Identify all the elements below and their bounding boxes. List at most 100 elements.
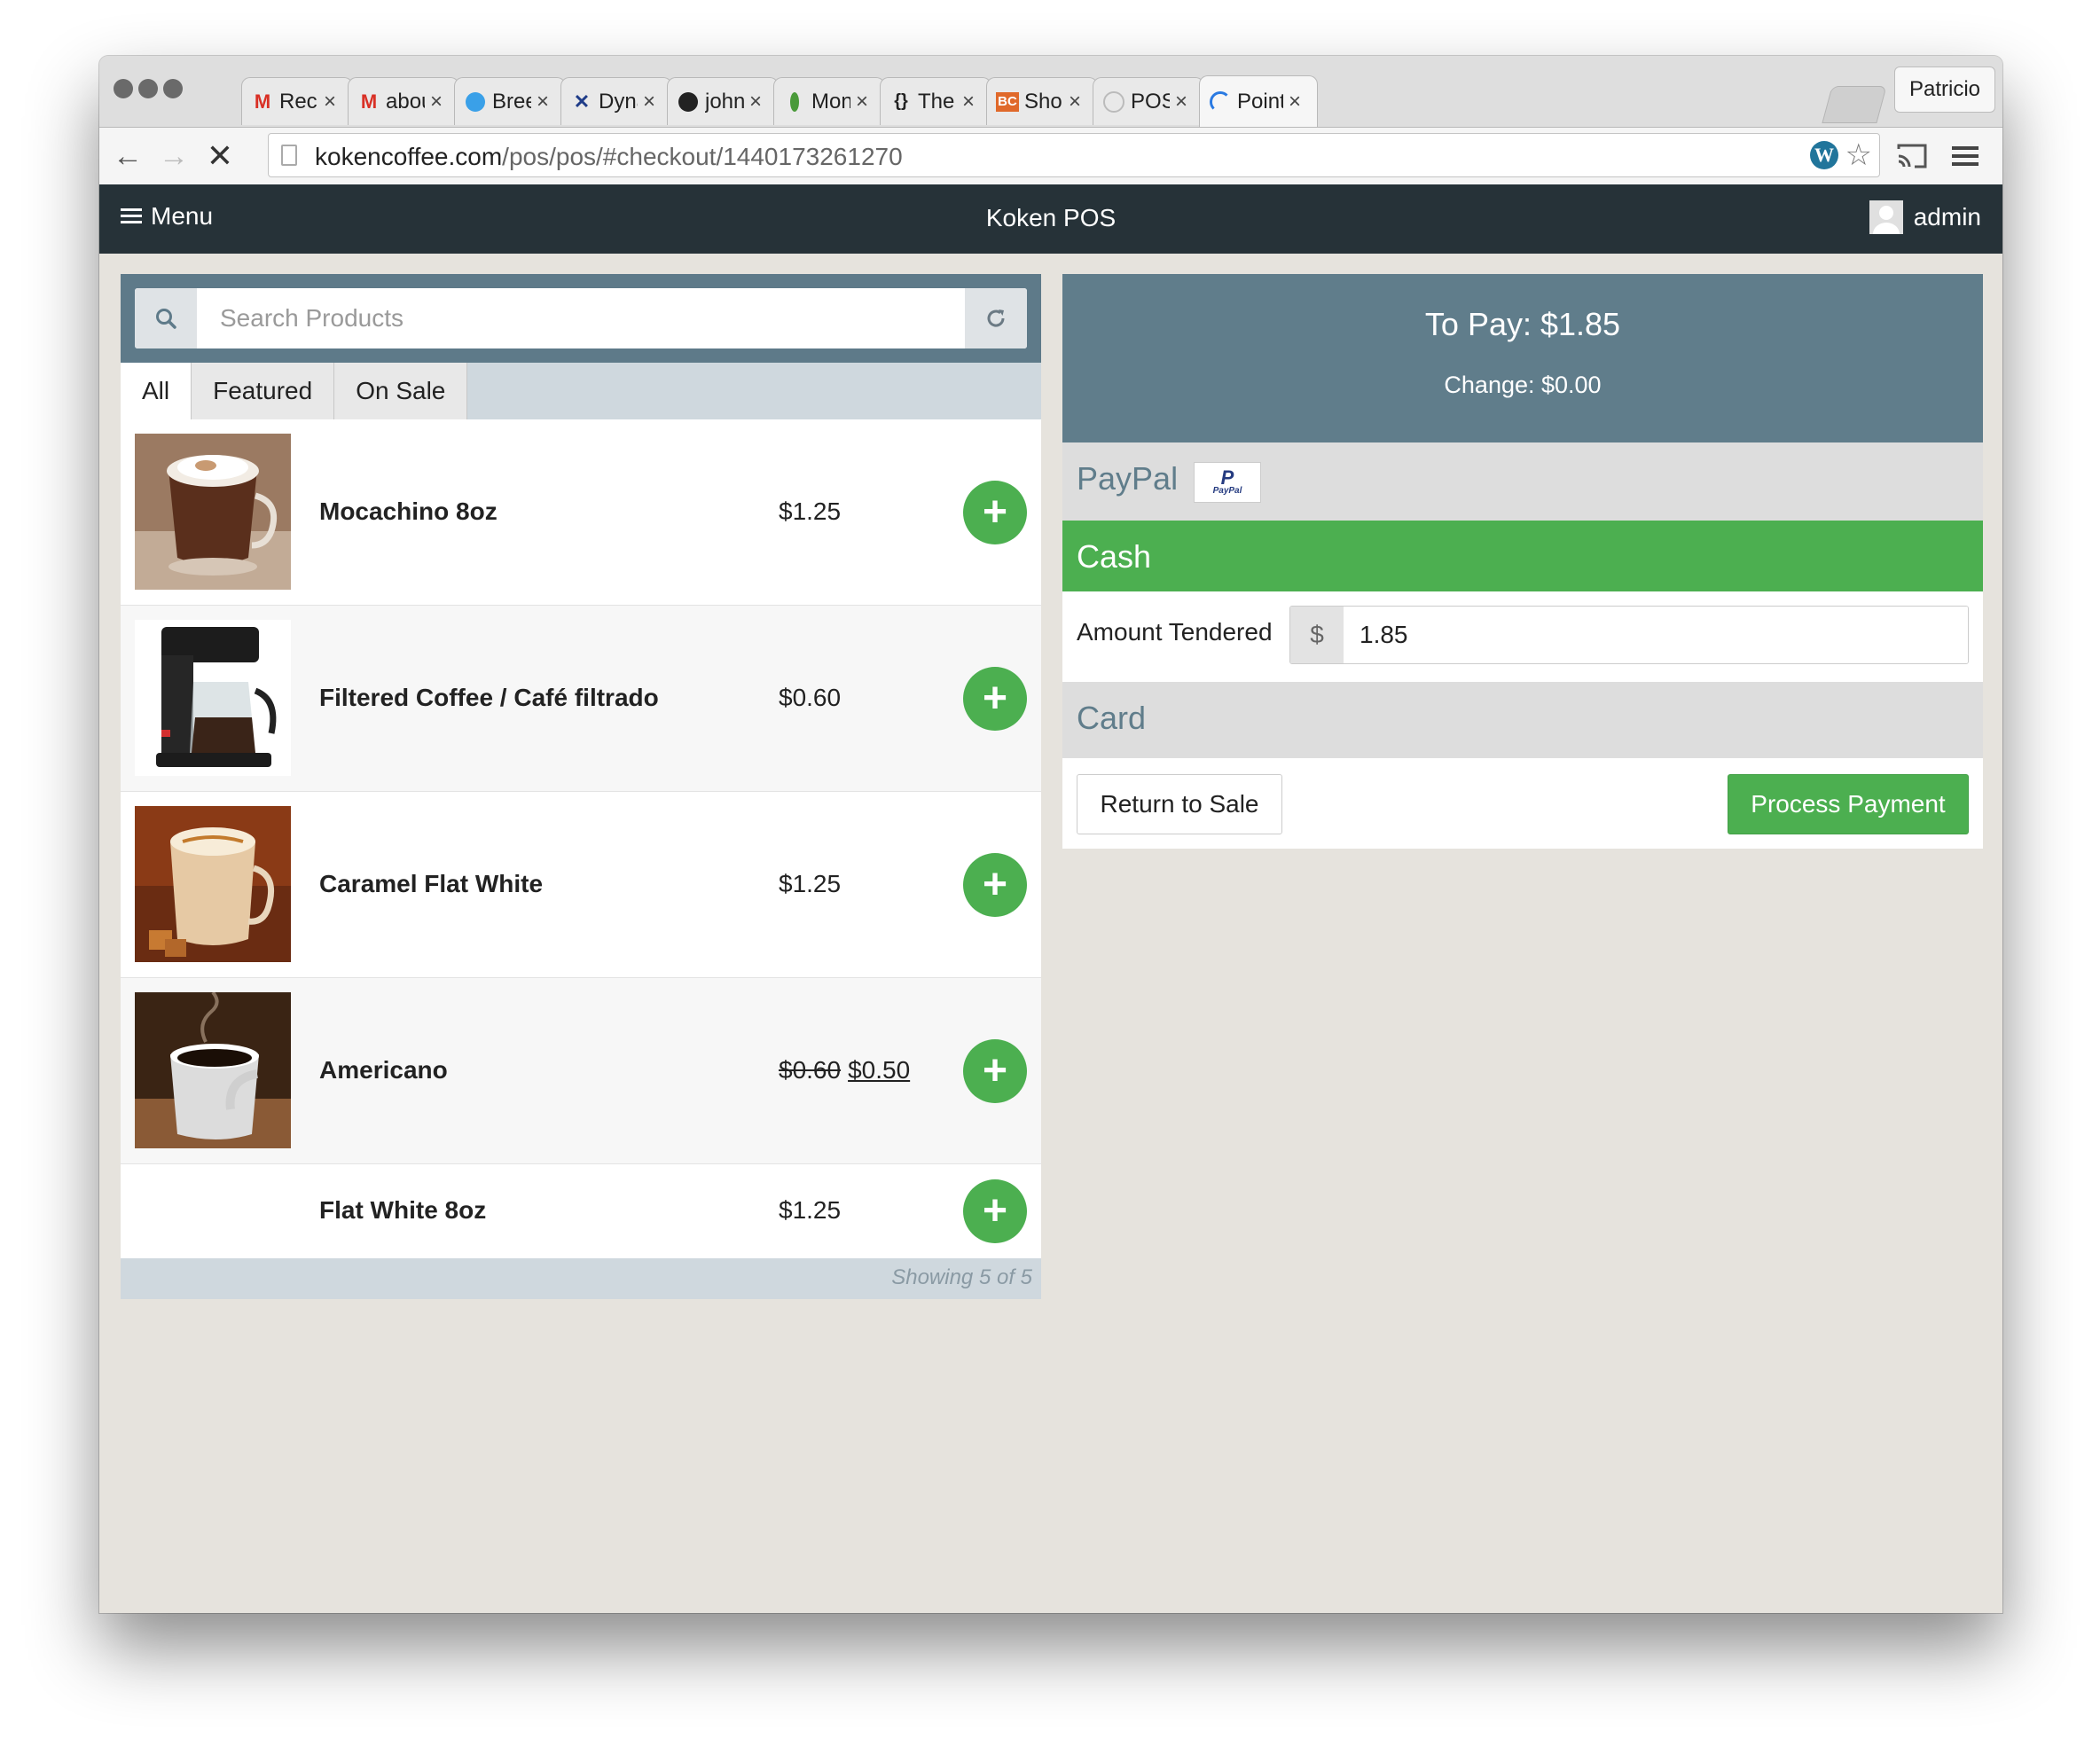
browser-tab[interactable]: {} The Birt × [880,77,991,125]
back-arrow-icon[interactable]: ← [110,138,145,174]
add-to-cart-button[interactable]: + [963,853,1027,917]
stop-loading-icon[interactable]: ✕ [202,137,238,174]
browser-tab-title: Mongol [811,89,850,114]
gateway-card[interactable]: Card [1062,682,1983,758]
sale-price[interactable]: $0.50 [848,1056,910,1084]
product-name: Flat White 8oz [319,1196,487,1224]
bigcommerce-icon: BC [996,90,1019,114]
minimize-window-icon[interactable] [138,79,158,98]
add-to-cart-button[interactable]: + [963,1039,1027,1103]
close-tab-icon[interactable]: × [324,90,341,114]
product-tabs: All Featured On Sale [121,363,1041,419]
product-image-americano [135,992,291,1148]
user-menu[interactable]: admin [1869,200,1981,234]
close-window-icon[interactable] [114,79,133,98]
address-bar[interactable]: kokencoffee.com/pos/pos/#checkout/144017… [268,133,1880,177]
search-bar [121,274,1041,363]
bookmark-star-icon[interactable]: ☆ [1845,137,1872,173]
refresh-button[interactable] [965,288,1027,348]
wordpress-extension-icon[interactable]: W [1810,141,1838,169]
url-path: /pos/pos/#checkout/1440173261270 [502,143,903,170]
product-row[interactable]: Flat White 8oz $1.25 + [121,1164,1041,1258]
old-price: $0.60 [779,1056,842,1084]
browser-tab-title: Point of [1237,89,1283,114]
plus-icon: + [982,675,1008,722]
url-text: kokencoffee.com/pos/pos/#checkout/144017… [315,143,903,171]
loading-spinner-icon [1209,90,1232,114]
browser-tab-title: POS ‹ K [1131,89,1170,114]
close-tab-icon[interactable]: × [1175,90,1193,114]
browser-tab-title: Dynami [599,89,638,114]
close-tab-icon[interactable]: × [856,90,874,114]
forward-arrow-icon[interactable]: → [156,138,192,174]
browser-tab[interactable]: BC Shoppi × [986,77,1098,125]
cast-icon[interactable] [1894,138,1930,174]
close-tab-icon[interactable]: × [749,90,767,114]
add-to-cart-button[interactable]: + [963,667,1027,731]
gateway-title: PayPal [1077,460,1179,497]
browser-tab-title: Shoppi [1024,89,1063,114]
browser-tab-title: Recibid [279,89,318,114]
plus-icon: + [982,861,1008,908]
profile-button[interactable]: Patricio [1894,67,1995,113]
browser-tab[interactable]: M about g × [348,77,459,125]
gateway-cash[interactable]: Cash [1062,521,1983,591]
browser-tab[interactable]: Mongol × [773,77,885,125]
close-tab-icon[interactable]: × [643,90,661,114]
browser-tab[interactable]: M Recibid × [241,77,353,125]
close-tab-icon[interactable]: × [537,90,554,114]
page-icon [281,145,297,166]
add-to-cart-button[interactable]: + [963,1179,1027,1243]
mongodb-icon [783,90,806,114]
gateway-title: Cash [1077,538,1152,575]
gateway-paypal[interactable]: PayPal P PayPal [1062,442,1983,521]
new-tab-button[interactable] [1822,86,1887,123]
process-payment-button[interactable]: Process Payment [1728,774,1969,834]
browser-tab[interactable]: johnpap × [667,77,779,125]
chrome-menu-icon[interactable] [1947,138,1983,174]
browser-tab[interactable]: POS ‹ K × [1093,77,1204,125]
zoom-window-icon[interactable] [163,79,183,98]
amount-tendered-input[interactable] [1344,607,1968,663]
browser-tab-active[interactable]: Point of × [1199,75,1318,127]
to-pay-amount: To Pay: $1.85 [1424,306,1621,342]
url-host: kokencoffee.com [315,143,503,170]
close-tab-icon[interactable]: × [1289,90,1306,114]
tab-featured[interactable]: Featured [192,363,335,419]
browser-tab[interactable]: ✕ Dynami × [560,77,672,125]
browser-window: M Recibid × M about g × Breezy × ✕ Dynam… [99,56,2002,1613]
product-image-mocachino [135,434,291,590]
product-price: $1.25 [779,1196,842,1224]
product-price-sale: $0.60 $0.50 [779,1056,910,1085]
product-row[interactable]: Americano $0.60 $0.50 + [121,978,1041,1164]
product-image-caramel-flat-white [135,806,291,962]
browser-tabstrip: M Recibid × M about g × Breezy × ✕ Dynam… [99,56,2002,128]
dynamics-icon: ✕ [573,90,591,113]
app-header: Menu Koken POS admin [99,184,2002,254]
list-footer: Showing 5 of 5 [121,1258,1041,1299]
paypal-logo-icon: P PayPal [1194,462,1261,503]
browser-tab[interactable]: Breezy × [454,77,566,125]
browser-tab-title: johnpap [705,89,744,114]
product-name: Filtered Coffee / Café filtrado [319,684,659,711]
product-row[interactable]: Mocachino 8oz $1.25 + [121,419,1041,606]
gmail-icon: M [254,90,271,113]
product-name: Americano [319,1056,448,1084]
search-input[interactable] [197,288,965,348]
close-tab-icon[interactable]: × [430,90,448,114]
username: admin [1913,203,1981,231]
product-name: Mocachino 8oz [319,497,498,525]
tab-on-sale[interactable]: On Sale [334,363,468,419]
product-price: $1.25 [779,870,842,897]
product-row[interactable]: Filtered Coffee / Café filtrado $0.60 + [121,606,1041,792]
refresh-icon [987,309,1005,327]
close-tab-icon[interactable]: × [1069,90,1086,114]
amount-tendered-group: $ [1289,606,1969,664]
return-to-sale-button[interactable]: Return to Sale [1077,774,1282,834]
plus-icon: + [982,489,1008,536]
change-amount: Change: $0.00 [1444,372,1602,398]
close-tab-icon[interactable]: × [962,90,980,114]
add-to-cart-button[interactable]: + [963,481,1027,544]
tab-all[interactable]: All [121,363,192,419]
product-row[interactable]: Caramel Flat White $1.25 + [121,792,1041,978]
